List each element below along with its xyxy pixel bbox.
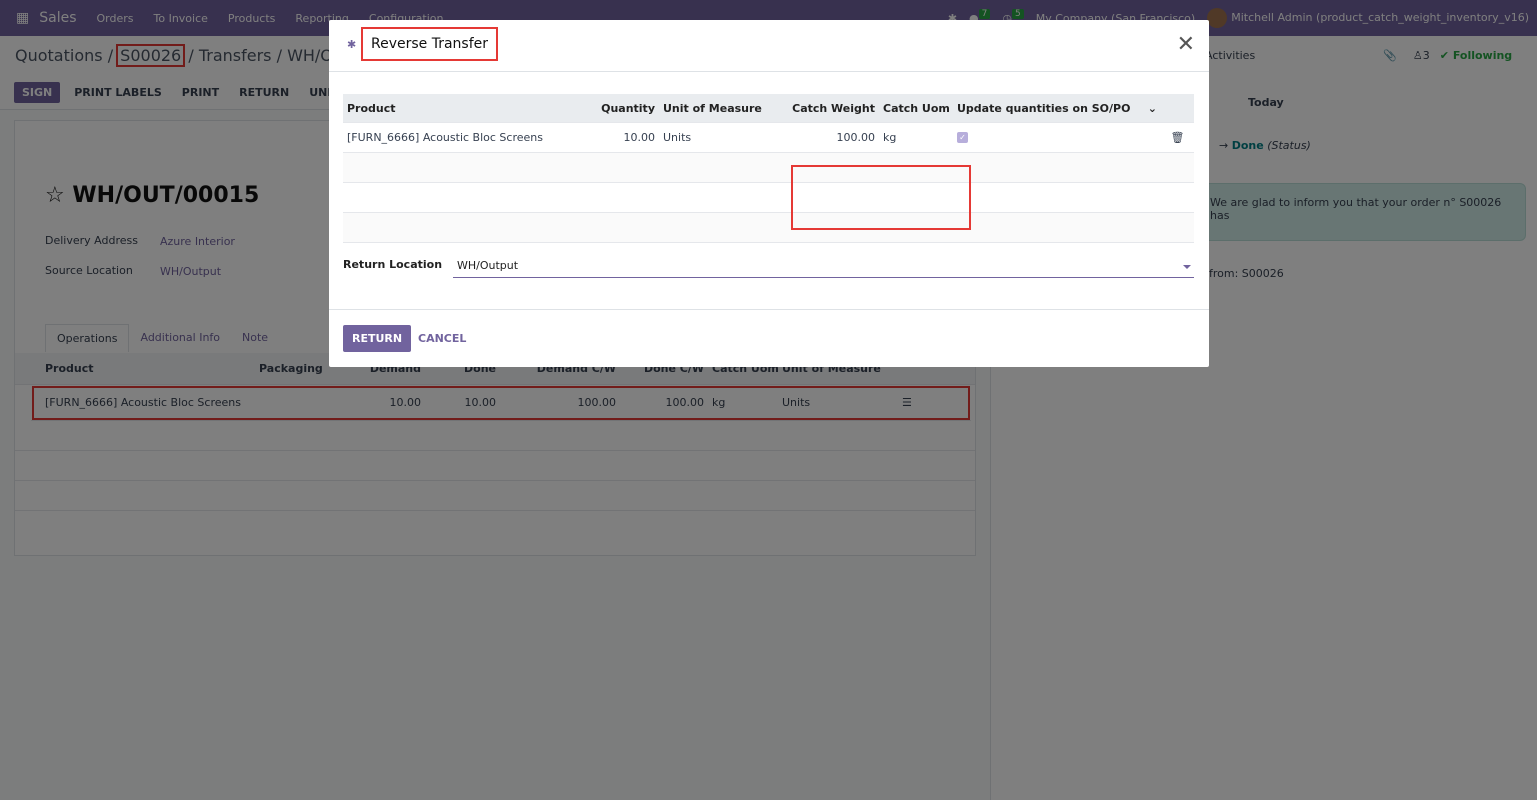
empty-row [343, 213, 1194, 243]
cell-product[interactable]: [FURN_6666] Acoustic Bloc Screens [343, 131, 565, 144]
return-lines-table: Product Quantity Unit of Measure Catch W… [343, 94, 1194, 243]
col-update-qty-label: Update quantities on SO/PO [957, 101, 1131, 115]
close-icon[interactable]: ✕ [1177, 32, 1195, 57]
empty-row [343, 153, 1194, 183]
highlight-box [791, 165, 971, 230]
cell-uom[interactable]: Units [659, 131, 769, 144]
col-update-qty[interactable]: Update quantities on SO/PO ⌄ [953, 102, 1161, 115]
chevron-down-icon[interactable]: ⌄ [1148, 102, 1157, 115]
cell-quantity[interactable]: 10.00 [565, 131, 659, 144]
trash-icon[interactable]: 🗑 [1161, 131, 1194, 144]
modal-footer-divider [329, 309, 1209, 310]
col-catch-uom[interactable]: Catch Uom [879, 102, 953, 115]
col-quantity[interactable]: Quantity [565, 102, 659, 115]
cell-catch-uom[interactable]: kg [879, 131, 953, 144]
col-catch-weight[interactable]: Catch Weight [769, 102, 879, 115]
dropdown-caret-icon[interactable] [1183, 265, 1191, 273]
col-uom[interactable]: Unit of Measure [659, 102, 769, 115]
update-qty-checkbox[interactable]: ✓ [957, 132, 968, 143]
empty-row [343, 183, 1194, 213]
modal-title: Reverse Transfer [361, 27, 499, 61]
table-row[interactable]: [FURN_6666] Acoustic Bloc Screens 10.00 … [343, 123, 1194, 153]
cell-update-qty[interactable]: ✓ [953, 132, 1161, 143]
return-location-label: Return Location [343, 258, 443, 271]
debug-bug-icon[interactable]: ✱ [347, 38, 356, 51]
reverse-transfer-dialog: ✱ Reverse Transfer ✕ Product Quantity Un… [329, 20, 1209, 367]
return-location-input[interactable] [453, 254, 1194, 278]
cancel-button[interactable]: CANCEL [418, 332, 466, 345]
table-header: Product Quantity Unit of Measure Catch W… [343, 94, 1194, 123]
cell-catch-weight[interactable]: 100.00 [769, 131, 879, 144]
return-button[interactable]: RETURN [343, 325, 412, 352]
modal-header: ✱ Reverse Transfer ✕ [329, 20, 1209, 72]
col-product[interactable]: Product [343, 102, 565, 115]
